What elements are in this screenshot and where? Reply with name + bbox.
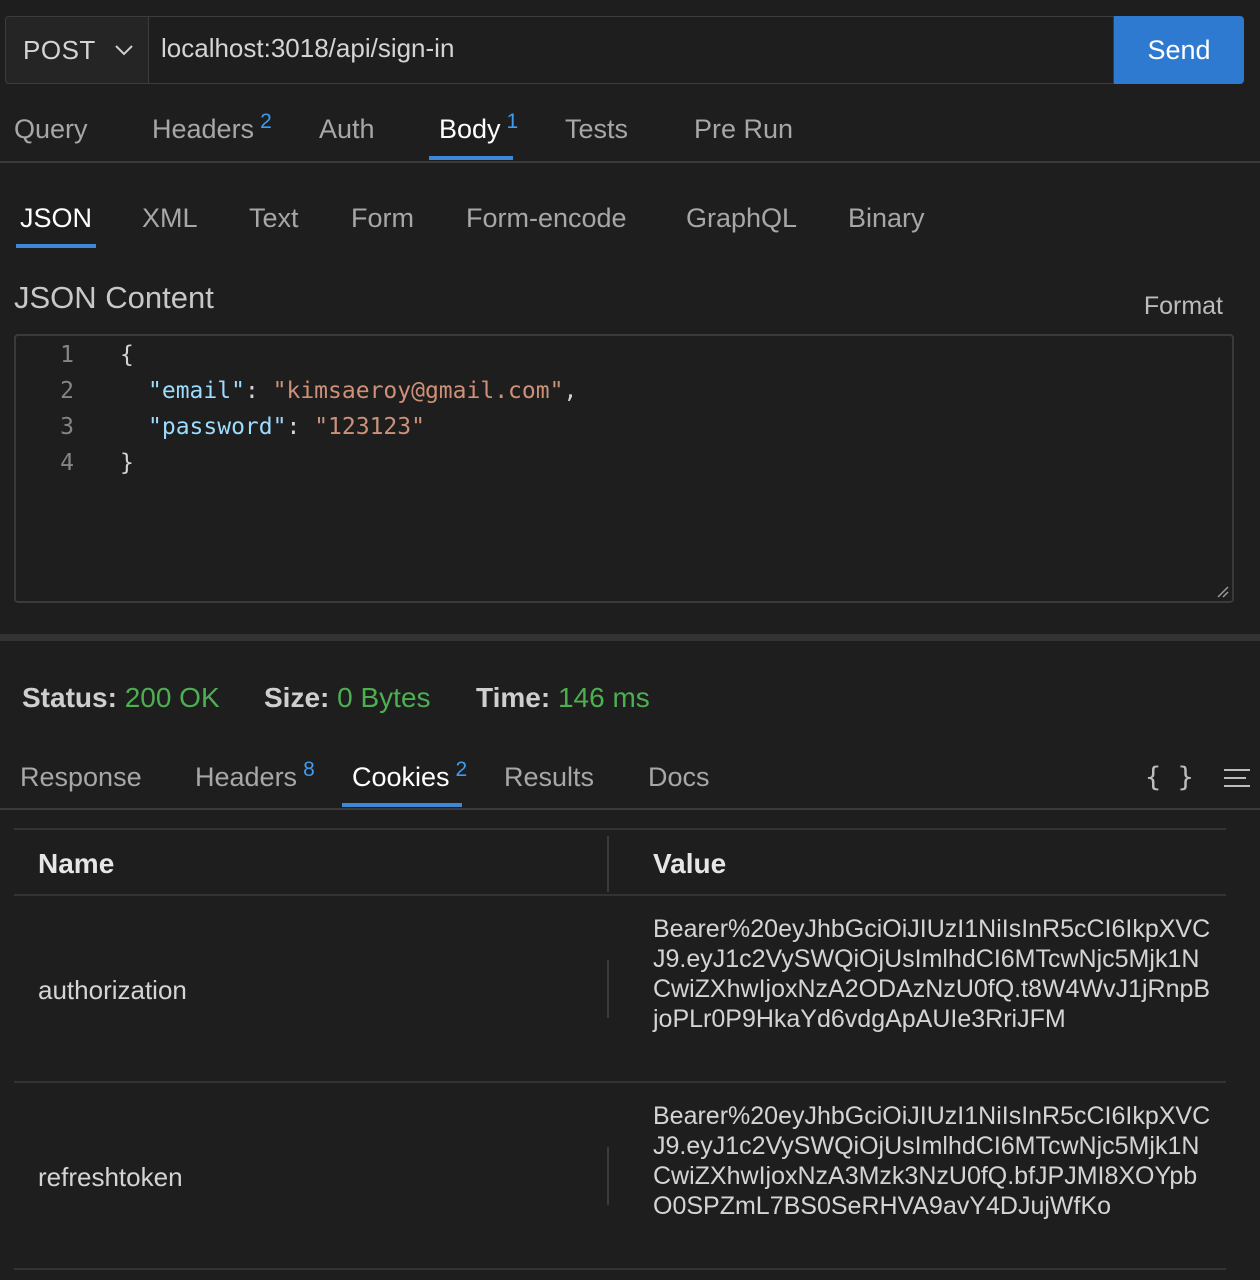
table-row: refreshtoken Bearer%20eyJhbGciOiJIUzI1Ni… — [14, 1083, 1226, 1270]
column-divider — [607, 960, 609, 1018]
cookie-value: Bearer%20eyJhbGciOiJIUzI1NiIsInR5cCI6Ikp… — [653, 1102, 1211, 1220]
cookies-count-badge: 2 — [455, 758, 468, 781]
chevron-down-icon — [114, 40, 134, 60]
column-header-value: Value — [653, 848, 727, 879]
method-label: POST — [23, 34, 96, 65]
time-label: Time: — [476, 682, 551, 713]
tab-label: Pre Run — [694, 114, 794, 144]
status-value: 200 OK — [124, 682, 220, 713]
json-editor[interactable]: 1 { 2 "email": "kimsaeroy@gmail.com", 3 … — [14, 334, 1234, 603]
time-info: Time: 146 ms — [476, 682, 650, 714]
time-value: 146 ms — [557, 682, 650, 713]
tab-query[interactable]: Query — [14, 114, 88, 145]
json-key: "email" — [148, 378, 245, 404]
method-select[interactable]: POST — [5, 16, 149, 84]
active-response-tab-indicator — [342, 803, 462, 807]
tab-label: Response — [20, 762, 142, 792]
table-header: Name Value — [14, 828, 1226, 896]
json-string: "kimsaeroy@gmail.com" — [272, 378, 564, 404]
status-label: Status: — [22, 682, 117, 713]
body-count-badge: 1 — [506, 110, 519, 133]
cookies-table: Name Value authorization Bearer%20eyJhbG… — [14, 828, 1226, 1270]
code-text: "email": "kimsaeroy@gmail.com", — [148, 378, 578, 404]
tab-response[interactable]: Response — [20, 762, 142, 793]
headers-count-badge: 2 — [260, 110, 272, 133]
resize-handle-icon[interactable] — [1215, 584, 1229, 598]
editor-line: 4 } — [16, 445, 134, 481]
format-button[interactable]: Format — [1144, 292, 1223, 321]
request-tabs: Query Headers 2 Auth Body 1 Tests Pre Run — [0, 100, 1260, 163]
tab-body[interactable]: Body 1 — [439, 110, 518, 145]
tab-label: Results — [504, 762, 595, 792]
cookie-name: authorization — [38, 975, 187, 1005]
tab-form-encode[interactable]: Form-encode — [466, 203, 627, 234]
tab-response-headers[interactable]: Headers 8 — [195, 758, 315, 793]
code-text: } — [120, 450, 134, 476]
tab-label: Tests — [565, 114, 629, 144]
column-divider — [607, 1147, 609, 1205]
tab-results[interactable]: Results — [504, 762, 594, 793]
line-number: 2 — [60, 378, 74, 404]
braces-icon[interactable]: { } — [1145, 762, 1194, 793]
url-input[interactable]: localhost:3018/api/sign-in — [149, 16, 1114, 84]
tab-label: Auth — [319, 114, 375, 144]
tab-label: Query — [14, 114, 88, 144]
editor-line: 3 "password": "123123" — [16, 409, 425, 445]
menu-lines-icon[interactable] — [1222, 766, 1252, 790]
json-string: "123123" — [314, 414, 425, 440]
tab-graphql[interactable]: GraphQL — [686, 203, 797, 234]
response-tabs: Response Headers 8 Cookies 2 Results Docs … — [0, 750, 1260, 810]
size-label: Size: — [264, 682, 330, 713]
tab-headers[interactable]: Headers 2 — [152, 110, 272, 145]
tab-auth[interactable]: Auth — [319, 114, 375, 145]
table-row: authorization Bearer%20eyJhbGciOiJIUzI1N… — [14, 896, 1226, 1083]
json-key: "password" — [148, 414, 287, 440]
tab-label: Headers — [195, 762, 298, 792]
panel-divider[interactable] — [0, 634, 1260, 641]
size-info: Size: 0 Bytes — [264, 682, 431, 714]
send-button[interactable]: Send — [1114, 16, 1244, 84]
size-value: 0 Bytes — [337, 682, 431, 713]
url-text: localhost:3018/api/sign-in — [161, 32, 455, 63]
column-header-name: Name — [38, 848, 115, 879]
column-divider[interactable] — [607, 836, 609, 892]
active-tab-indicator — [429, 156, 513, 160]
editor-line: 2 "email": "kimsaeroy@gmail.com", — [16, 373, 577, 409]
tab-cookies[interactable]: Cookies 2 — [352, 758, 467, 793]
tab-label: Docs — [648, 762, 710, 792]
headers-count-badge: 8 — [303, 758, 315, 781]
editor-line: 1 { — [16, 337, 134, 373]
line-number: 3 — [60, 414, 74, 440]
cookie-value: Bearer%20eyJhbGciOiJIUzI1NiIsInR5cCI6Ikp… — [653, 915, 1211, 1033]
tab-json[interactable]: JSON — [20, 203, 92, 234]
code-text: { — [120, 342, 134, 368]
tab-label: Cookies — [352, 762, 450, 792]
tab-xml[interactable]: XML — [142, 203, 198, 234]
tab-docs[interactable]: Docs — [648, 762, 710, 793]
json-content-title: JSON Content — [14, 280, 214, 315]
tab-label: Headers — [152, 114, 255, 144]
code-text: "password": "123123" — [148, 414, 425, 440]
tab-form[interactable]: Form — [351, 203, 414, 234]
tab-tests[interactable]: Tests — [565, 114, 628, 145]
tab-label: Body — [439, 114, 501, 144]
status-info: Status: 200 OK — [22, 682, 220, 714]
active-body-type-indicator — [16, 244, 96, 248]
tab-binary[interactable]: Binary — [848, 203, 925, 234]
line-number: 4 — [60, 450, 74, 476]
tab-text[interactable]: Text — [249, 203, 299, 234]
line-number: 1 — [60, 342, 74, 368]
tab-pre-run[interactable]: Pre Run — [694, 114, 793, 145]
request-url-bar: POST localhost:3018/api/sign-in Send — [5, 16, 1244, 84]
cookie-name: refreshtoken — [38, 1162, 183, 1192]
